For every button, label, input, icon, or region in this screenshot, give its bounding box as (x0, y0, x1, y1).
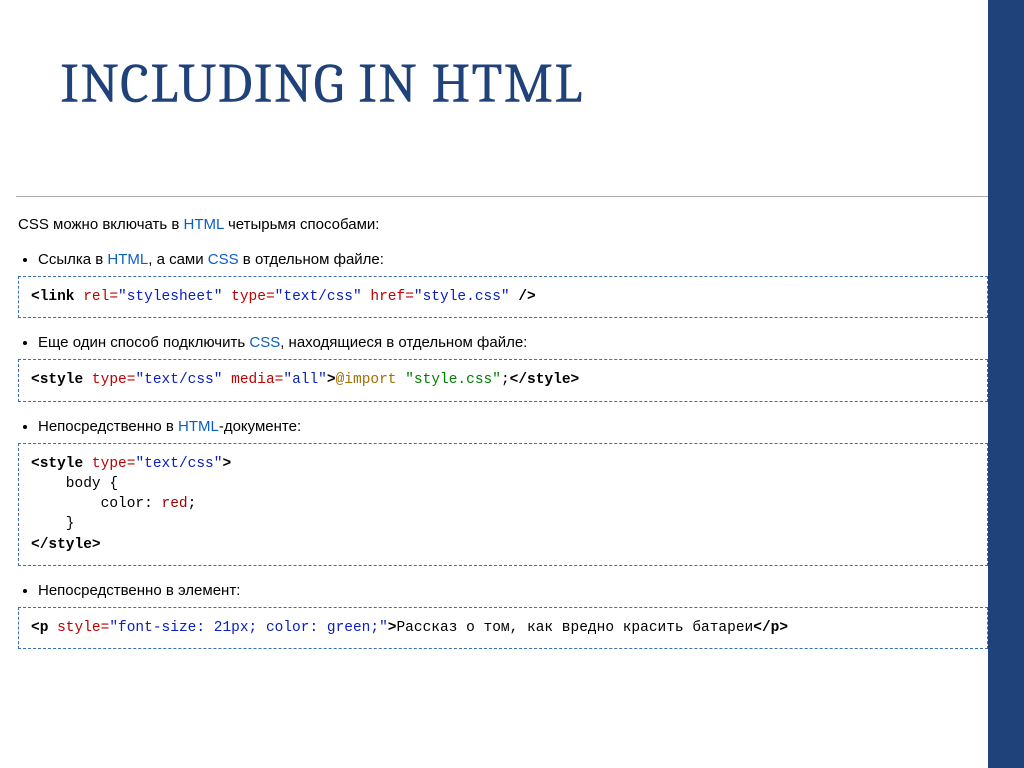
code-box: <link rel="stylesheet" type="text/css" h… (18, 276, 988, 318)
method-list: Ссылка в HTML, а сами CSS в отдельном фа… (16, 249, 988, 649)
intro-kw: HTML (184, 216, 224, 233)
item-text: Непосредственно в элемент: (38, 582, 240, 599)
intro-text: CSS можно включать в HTML четырьмя спосо… (18, 214, 988, 235)
divider (16, 196, 988, 197)
list-item: Непосредственно в элемент: <p style="fon… (38, 580, 988, 649)
code-box: <style type="text/css"> body { color: re… (18, 443, 988, 566)
intro-p1: CSS можно включать в (18, 216, 184, 233)
slide: INCLUDING IN HTML CSS можно включать в H… (0, 0, 1024, 768)
intro-p2: четырьмя способами: (224, 216, 380, 233)
code-box: <style type="text/css" media="all">@impo… (18, 359, 988, 401)
item-text: Еще один способ подключить CSS, находящи… (38, 334, 527, 351)
list-item: Ссылка в HTML, а сами CSS в отдельном фа… (38, 249, 988, 318)
side-stripe (988, 0, 1024, 768)
content-area: CSS можно включать в HTML четырьмя спосо… (16, 214, 988, 663)
item-text: Ссылка в HTML, а сами CSS в отдельном фа… (38, 251, 384, 268)
item-text: Непосредственно в HTML-документе: (38, 418, 301, 435)
slide-title: INCLUDING IN HTML (60, 52, 583, 116)
list-item: Непосредственно в HTML-документе: <style… (38, 416, 988, 566)
code-box: <p style="font-size: 21px; color: green;… (18, 607, 988, 649)
list-item: Еще один способ подключить CSS, находящи… (38, 332, 988, 401)
